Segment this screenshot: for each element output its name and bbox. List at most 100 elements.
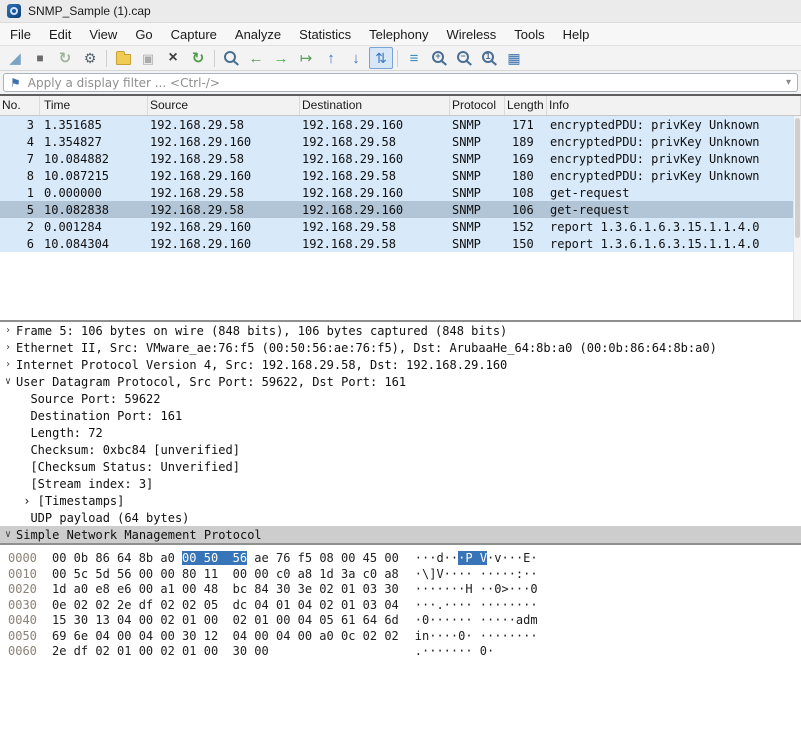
hex-row[interactable]: 0040 15 30 13 04 00 02 01 00 02 01 00 04… [8,613,801,629]
hex-row[interactable]: 0010 00 5c 5d 56 00 00 80 11 00 00 c0 a8… [8,567,801,583]
hex-bytes[interactable]: 2e df 02 01 00 02 01 00 30 00 [52,644,399,660]
column-header-info[interactable]: Info [547,96,801,115]
colorize-button[interactable]: ≡ [402,47,426,69]
packet-protocol-cell: SNMP [450,152,505,166]
zoom-original-button[interactable]: 1 [477,47,501,69]
save-file-button[interactable]: ▣ [136,47,160,69]
auto-scroll-button[interactable]: ⇅ [369,47,393,69]
hex-bytes[interactable]: 15 30 13 04 00 02 01 00 02 01 00 04 05 6… [52,613,399,629]
hex-bytes[interactable]: 00 0b 86 64 8b a0 00 50 56 ae 76 f5 08 0… [52,551,399,567]
packet-row[interactable]: 6 10.084304 192.168.29.160 192.168.29.58… [0,235,793,252]
detail-line[interactable]: Destination Port: 161 [0,407,801,424]
column-header-time[interactable]: Time [40,96,148,115]
packet-time-cell: 10.084882 [40,152,148,166]
hex-ascii[interactable]: ·······H ··0>···0 [415,582,538,598]
hex-ascii[interactable]: .······· 0· [415,644,494,660]
zoom-in-button[interactable]: + [427,47,451,69]
expand-arrow-icon[interactable]: ∨ [0,529,16,540]
detail-line[interactable]: ∨ User Datagram Protocol, Src Port: 5962… [0,373,801,390]
auto-scroll-icon: ⇅ [375,51,387,65]
column-header-no[interactable]: No. [0,96,40,115]
stop-capture-button[interactable]: ■ [28,47,52,69]
detail-line[interactable]: [Stream index: 3] [0,475,801,492]
packet-row[interactable]: 5 10.082838 192.168.29.58 192.168.29.160… [0,201,793,218]
hex-ascii[interactable]: ···d···P V·v···E· [415,551,538,567]
detail-line[interactable]: › [Timestamps] [0,492,801,509]
hex-row[interactable]: 0030 0e 02 02 2e df 02 02 05 dc 04 01 04… [8,598,801,614]
reload-file-button[interactable]: ↻ [186,47,210,69]
expand-arrow-icon[interactable]: › [0,325,16,336]
expand-arrow-icon[interactable]: › [0,342,16,353]
hex-row[interactable]: 0020 1d a0 e8 e6 00 a1 00 48 bc 84 30 3e… [8,582,801,598]
expand-arrow-icon[interactable]: › [0,359,16,370]
resize-columns-button[interactable]: ▦ [502,47,526,69]
hex-row[interactable]: 0000 00 0b 86 64 8b a0 00 50 56 ae 76 f5… [8,551,801,567]
menu-wireless[interactable]: Wireless [437,24,505,45]
packet-length-cell: 108 [505,186,547,200]
find-packet-icon [224,51,236,63]
capture-options-button[interactable]: ⚙ [78,47,102,69]
detail-text: Length: 72 [16,426,103,440]
detail-line[interactable]: UDP payload (64 bytes) [0,509,801,526]
menu-help[interactable]: Help [554,24,599,45]
hex-ascii[interactable]: ···.···· ········ [415,598,538,614]
hex-bytes[interactable]: 00 5c 5d 56 00 00 80 11 00 00 c0 a8 1d 3… [52,567,399,583]
go-forward-button[interactable]: → [269,47,293,69]
hex-bytes-plain: 2e df 02 01 00 02 01 00 30 00 [52,644,269,658]
column-header-protocol[interactable]: Protocol [450,96,505,115]
menu-file[interactable]: File [1,24,40,45]
detail-line[interactable]: › Ethernet II, Src: VMware_ae:76:f5 (00:… [0,339,801,356]
hex-ascii[interactable]: in····0· ········ [415,629,538,645]
go-bottom-button[interactable]: ↓ [344,47,368,69]
hex-bytes[interactable]: 1d a0 e8 e6 00 a1 00 48 bc 84 30 3e 02 0… [52,582,399,598]
bookmark-icon[interactable]: ⚑ [10,77,21,89]
menu-analyze[interactable]: Analyze [226,24,290,45]
hex-ascii[interactable]: ·0······ ·····adm [415,613,538,629]
menu-view[interactable]: View [80,24,126,45]
hex-ascii[interactable]: ·\]V···· ·····:·· [415,567,538,583]
detail-line[interactable]: › Frame 5: 106 bytes on wire (848 bits),… [0,322,801,339]
packet-source-cell: 192.168.29.58 [148,203,300,217]
start-capture-button[interactable]: ◢ [3,47,27,69]
menu-go[interactable]: Go [126,24,161,45]
detail-line[interactable]: Source Port: 59622 [0,390,801,407]
packet-row[interactable]: 2 0.001284 192.168.29.160 192.168.29.58 … [0,218,793,235]
hex-row[interactable]: 0050 69 6e 04 00 04 00 30 12 04 00 04 00… [8,629,801,645]
column-header-length[interactable]: Length [505,96,547,115]
hex-row[interactable]: 0060 2e df 02 01 00 02 01 00 30 00 .····… [8,644,801,660]
hex-ascii-selected: ·P V [458,551,487,565]
menu-telephony[interactable]: Telephony [360,24,437,45]
restart-capture-button[interactable]: ↻ [53,47,77,69]
column-header-destination[interactable]: Destination [300,96,450,115]
display-filter-input[interactable]: ⚑ Apply a display filter ... <Ctrl-/> ▾ [3,73,798,92]
go-forward-icon: → [274,51,289,66]
packet-list-scrollbar[interactable] [793,116,801,320]
filter-dropdown-icon[interactable]: ▾ [786,77,791,88]
hex-bytes[interactable]: 69 6e 04 00 04 00 30 12 04 00 04 00 a0 0… [52,629,399,645]
packet-row[interactable]: 7 10.084882 192.168.29.58 192.168.29.160… [0,150,793,167]
zoom-out-button[interactable]: − [452,47,476,69]
detail-line[interactable]: [Checksum Status: Unverified] [0,458,801,475]
menu-tools[interactable]: Tools [505,24,553,45]
go-top-button[interactable]: ↑ [319,47,343,69]
hex-bytes[interactable]: 0e 02 02 2e df 02 02 05 dc 04 01 04 02 0… [52,598,399,614]
column-header-source[interactable]: Source [148,96,300,115]
packet-row[interactable]: 1 0.000000 192.168.29.58 192.168.29.160 … [0,184,793,201]
detail-line[interactable]: Checksum: 0xbc84 [unverified] [0,441,801,458]
detail-line[interactable]: › Internet Protocol Version 4, Src: 192.… [0,356,801,373]
packet-row[interactable]: 8 10.087215 192.168.29.160 192.168.29.58… [0,167,793,184]
go-to-packet-button[interactable]: ↦ [294,47,318,69]
go-back-button[interactable]: ← [244,47,268,69]
packet-row[interactable]: 3 1.351685 192.168.29.58 192.168.29.160 … [0,116,793,133]
menu-edit[interactable]: Edit [40,24,80,45]
find-packet-button[interactable] [219,47,243,69]
menu-statistics[interactable]: Statistics [290,24,360,45]
open-file-button[interactable] [111,47,135,69]
packet-row[interactable]: 4 1.354827 192.168.29.160 192.168.29.58 … [0,133,793,150]
detail-line[interactable]: Length: 72 [0,424,801,441]
scrollbar-thumb[interactable] [795,118,800,238]
close-file-button[interactable]: × [161,47,185,69]
detail-line[interactable]: ∨ Simple Network Management Protocol [0,526,801,543]
menu-capture[interactable]: Capture [162,24,226,45]
expand-arrow-icon[interactable]: ∨ [0,376,16,387]
